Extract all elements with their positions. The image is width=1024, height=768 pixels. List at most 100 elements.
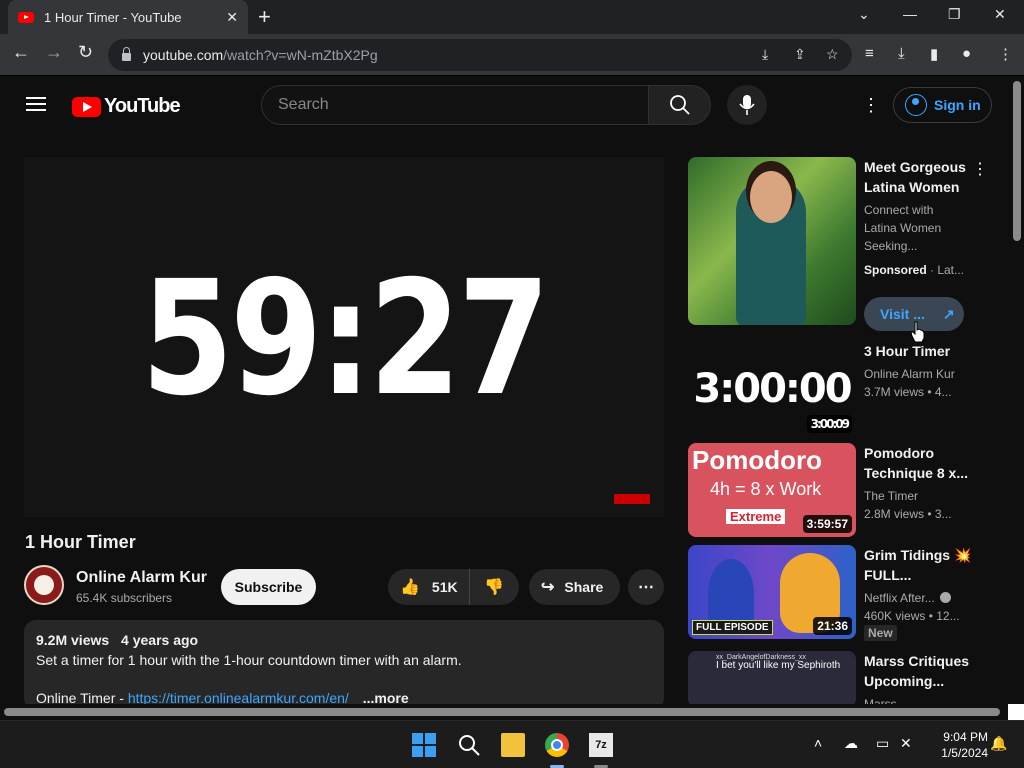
sign-in-button[interactable]: Sign in bbox=[893, 87, 992, 123]
video-item-title[interactable]: Pomodoro Technique 8 x... bbox=[864, 443, 972, 483]
tab-close-icon[interactable]: ✕ bbox=[226, 9, 238, 26]
downloads-icon[interactable]: ⤓ bbox=[898, 45, 905, 62]
view-count: 9.2M views bbox=[36, 632, 110, 648]
more-horizontal-icon: ⋯ bbox=[638, 579, 654, 596]
ad-menu-icon[interactable]: ⋮ bbox=[972, 159, 988, 179]
install-app-icon[interactable]: ⤓ bbox=[762, 46, 768, 63]
ad-description-line2: Latina Women bbox=[864, 221, 942, 235]
external-link-icon: ↗ bbox=[942, 305, 955, 322]
like-count: 51K bbox=[431, 579, 458, 595]
guide-menu-icon[interactable] bbox=[26, 97, 46, 111]
related-video-item[interactable]: Pomodoro 4h = 8 x Work Extreme 3:59:57 P… bbox=[688, 443, 1008, 537]
minimize-icon[interactable]: — bbox=[903, 6, 917, 22]
duration-badge: 3:59:57 bbox=[802, 515, 852, 533]
share-page-icon[interactable]: ⇪ bbox=[794, 46, 806, 63]
video-item-title[interactable]: 3 Hour Timer bbox=[864, 341, 972, 361]
7zip-icon[interactable]: 7z bbox=[589, 733, 613, 757]
like-button[interactable]: 👍 51K bbox=[388, 569, 470, 605]
browser-tabstrip: 1 Hour Timer - YouTube ✕ + ⌄ — ❐ ✕ bbox=[0, 0, 1024, 34]
share-button[interactable]: ↪ Share bbox=[529, 569, 620, 605]
back-icon[interactable]: ← bbox=[12, 42, 30, 63]
video-thumbnail[interactable]: FULL EPISODE 21:36 bbox=[688, 545, 856, 639]
settings-kebab-icon[interactable]: ⋮ bbox=[862, 95, 880, 116]
video-player[interactable]: 59:27 bbox=[24, 157, 664, 517]
sponsored-badge: Sponsored bbox=[864, 263, 927, 277]
related-video-item[interactable]: 3:00:00 3:00:09 3 Hour Timer Online Alar… bbox=[688, 341, 1008, 437]
sponsored-label: Sponsored · Lat... bbox=[864, 263, 964, 277]
more-actions-button[interactable]: ⋯ bbox=[628, 569, 664, 605]
video-item-title[interactable]: Marss Critiques Upcoming... bbox=[864, 651, 972, 691]
profile-icon[interactable]: ● bbox=[962, 45, 971, 62]
video-item-channel[interactable]: The Timer bbox=[864, 487, 968, 505]
video-item-meta: 460K views • 12... bbox=[864, 609, 960, 623]
system-clock[interactable]: 9:04 PM 1/5/2024 bbox=[920, 729, 988, 761]
video-item-meta: 3.7M views • 4... bbox=[864, 385, 952, 399]
youtube-favicon-icon bbox=[18, 11, 34, 23]
lock-icon[interactable] bbox=[122, 47, 131, 61]
network-offline-icon[interactable]: ☁ bbox=[844, 735, 858, 752]
video-item-channel[interactable]: Netflix After... bbox=[864, 589, 968, 607]
youtube-logo[interactable]: YouTube bbox=[72, 95, 181, 118]
forward-icon[interactable]: → bbox=[45, 42, 63, 63]
video-thumbnail[interactable]: 3:00:00 3:00:09 bbox=[688, 341, 856, 437]
display-icon[interactable]: ▭ bbox=[876, 735, 889, 752]
vertical-scrollbar[interactable] bbox=[1010, 77, 1024, 707]
search-input[interactable] bbox=[278, 96, 648, 114]
scrollbar-corner bbox=[1008, 704, 1024, 720]
related-video-item[interactable]: xx_DarkAngelofDarkness_xx I bet you'll l… bbox=[688, 651, 1008, 707]
channel-row: Online Alarm Kur 65.4K subscribers Subsc… bbox=[24, 565, 664, 607]
dislike-button[interactable]: 👎 bbox=[470, 577, 504, 597]
sponsored-ad-card[interactable]: Meet Gorgeous Latina Women ⋮ Connect wit… bbox=[688, 157, 1008, 337]
file-explorer-icon[interactable] bbox=[501, 733, 525, 757]
share-label: Share bbox=[564, 579, 604, 595]
related-video-item[interactable]: FULL EPISODE 21:36 Grim Tidings 💥 FULL..… bbox=[688, 545, 1008, 641]
horizontal-scrollbar[interactable] bbox=[0, 704, 1010, 718]
bookmark-star-icon[interactable]: ☆ bbox=[826, 46, 839, 63]
tray-overflow-icon[interactable]: ˄ bbox=[814, 735, 822, 751]
search-icon bbox=[670, 95, 690, 115]
channel-watermark[interactable] bbox=[614, 494, 650, 504]
ad-description-line1: Connect with bbox=[864, 203, 934, 217]
url-host: youtube.com bbox=[143, 47, 224, 63]
browser-toolbar: ← → ↻ youtube.com/watch?v=wN-mZtbX2Pg ⤓ … bbox=[0, 34, 1024, 76]
video-item-title[interactable]: Grim Tidings 💥 FULL... bbox=[864, 545, 972, 585]
search-box bbox=[261, 85, 649, 125]
chrome-icon[interactable] bbox=[545, 733, 569, 757]
tab-search-chevron-icon[interactable]: ⌄ bbox=[858, 6, 870, 23]
horizontal-scroll-thumb[interactable] bbox=[4, 708, 1000, 716]
voice-search-button[interactable] bbox=[727, 85, 767, 125]
chrome-menu-icon[interactable]: ⋮ bbox=[998, 45, 1013, 63]
search-button[interactable] bbox=[648, 85, 711, 125]
countdown-display: 59:27 bbox=[141, 247, 550, 431]
ad-title[interactable]: Meet Gorgeous Latina Women bbox=[864, 157, 972, 197]
advertiser-name: · Lat... bbox=[926, 263, 965, 277]
description-box[interactable]: 9.2M views 4 years ago Set a timer for 1… bbox=[24, 620, 664, 710]
vertical-scroll-thumb[interactable] bbox=[1013, 81, 1021, 241]
windows-start-icon[interactable] bbox=[412, 733, 436, 757]
video-item-channel[interactable]: Online Alarm Kur bbox=[864, 365, 968, 383]
taskbar-search-icon[interactable] bbox=[457, 733, 481, 757]
upload-age: 4 years ago bbox=[121, 632, 199, 648]
ad-thumbnail[interactable] bbox=[688, 157, 856, 325]
address-bar[interactable]: youtube.com/watch?v=wN-mZtbX2Pg ⤓ ⇪ ☆ bbox=[108, 39, 852, 71]
video-title: 1 Hour Timer bbox=[25, 532, 136, 552]
browser-tab-youtube[interactable]: 1 Hour Timer - YouTube ✕ bbox=[8, 0, 248, 34]
reload-icon[interactable]: ↻ bbox=[78, 42, 93, 63]
channel-avatar[interactable] bbox=[24, 565, 64, 605]
thumbnail-label: FULL EPISODE bbox=[692, 620, 773, 635]
window-close-icon[interactable]: ✕ bbox=[994, 6, 1006, 23]
side-panel-icon[interactable]: ▮ bbox=[930, 45, 938, 63]
restore-icon[interactable]: ❐ bbox=[948, 6, 961, 23]
share-icon: ↪ bbox=[541, 579, 555, 596]
new-tab-icon[interactable]: + bbox=[258, 4, 271, 30]
notifications-bell-icon[interactable]: 🔔 bbox=[990, 735, 1007, 752]
video-thumbnail[interactable]: xx_DarkAngelofDarkness_xx I bet you'll l… bbox=[688, 651, 856, 707]
video-thumbnail[interactable]: Pomodoro 4h = 8 x Work Extreme 3:59:57 bbox=[688, 443, 856, 537]
channel-name[interactable]: Online Alarm Kur bbox=[76, 569, 207, 587]
media-controls-icon[interactable]: ≡ bbox=[865, 45, 874, 62]
subscribe-button[interactable]: Subscribe bbox=[221, 569, 316, 605]
duration-badge: 3:00:09 bbox=[806, 415, 852, 433]
duration-badge: 21:36 bbox=[813, 617, 852, 635]
description-text: Set a timer for 1 hour with the 1-hour c… bbox=[36, 652, 462, 668]
sound-muted-icon[interactable]: ✕ bbox=[900, 735, 912, 752]
